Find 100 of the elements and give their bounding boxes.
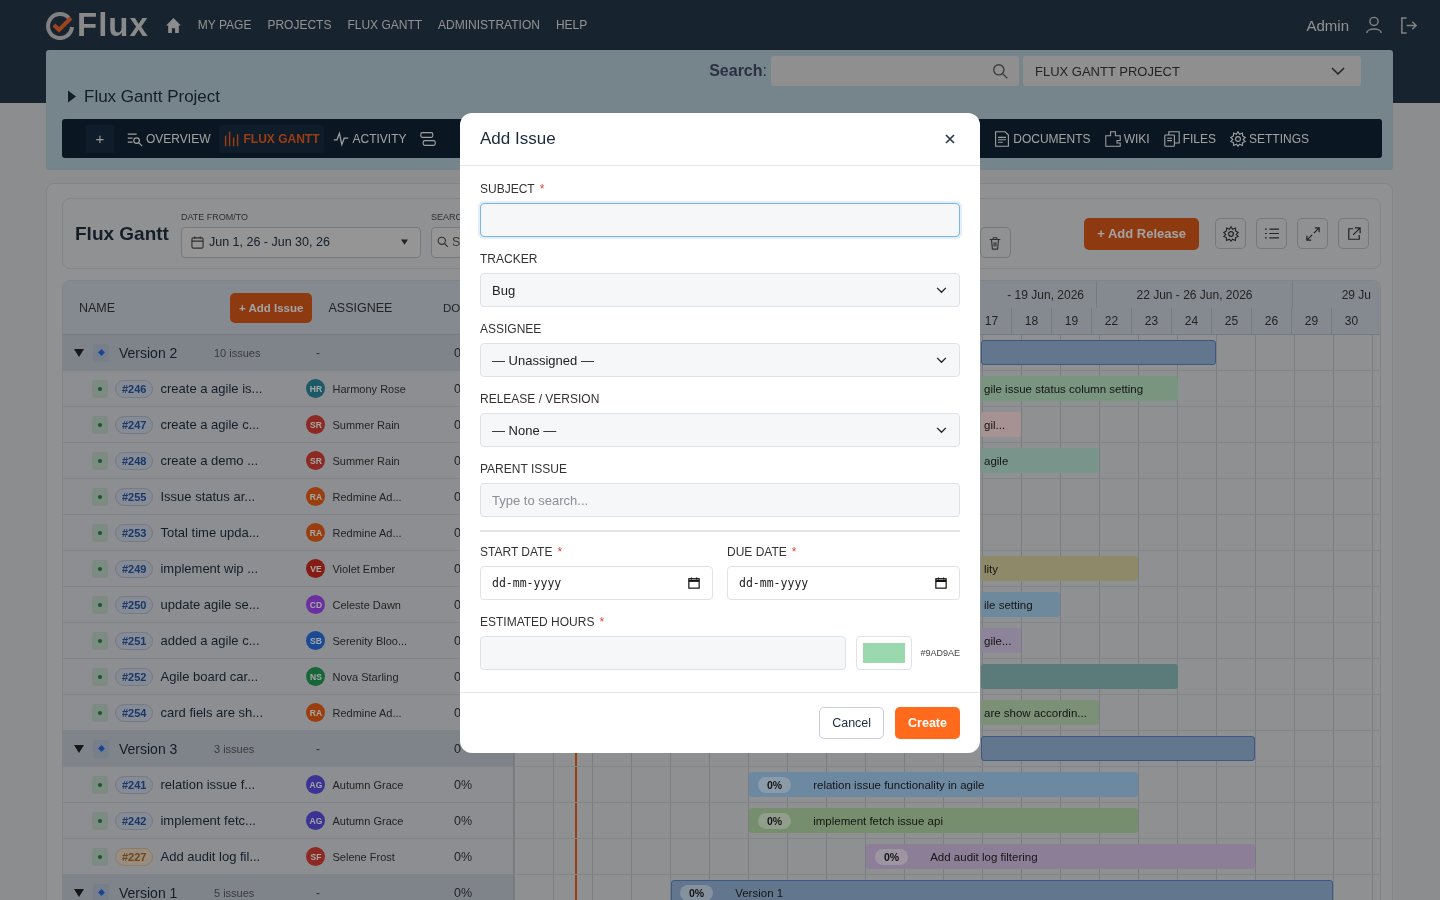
required-mark: * [599, 615, 605, 629]
avatar: SR [306, 415, 326, 434]
add-issue-button[interactable]: + Add Issue [230, 292, 313, 323]
search-label: Search [709, 62, 763, 80]
avatar: SF [306, 847, 326, 866]
issue-title[interactable]: Total time upda... [160, 525, 307, 540]
nav-link[interactable]: HELP [555, 18, 588, 32]
issue-title[interactable]: Issue status ar... [160, 489, 307, 504]
issue-id[interactable]: #255 [115, 487, 154, 506]
gantt-bar[interactable]: are show accordin... [981, 700, 1099, 725]
avatar: NS [306, 667, 326, 686]
gantt-bar[interactable]: 0% Version 1 [671, 880, 1333, 900]
issue-title[interactable]: create a agile c... [160, 417, 307, 432]
assignee-name: Serenity Bloo... [332, 634, 408, 647]
create-button[interactable]: Create [895, 707, 960, 739]
add-button[interactable]: + [86, 124, 114, 153]
search-colon: : [762, 62, 767, 80]
avatar: CD [306, 595, 326, 614]
gantt-bar[interactable]: agile [981, 448, 1099, 473]
issue-title[interactable]: added a agile c... [160, 633, 307, 648]
issue-title[interactable]: card fiels are sh... [160, 705, 307, 720]
nav-link[interactable]: PROJECTS [267, 18, 332, 32]
issue-id[interactable]: #251 [115, 631, 154, 650]
select-field[interactable]: Bug [480, 273, 960, 307]
done-cell: 0 [454, 489, 461, 504]
gantt-bar[interactable]: 0% implement fetch issue api [749, 808, 1138, 833]
day-header: 25 [1211, 308, 1251, 334]
select-field[interactable]: — None — [480, 413, 960, 447]
issue-id[interactable]: #242 [115, 811, 154, 830]
field-label: START DATE [480, 545, 553, 559]
tab[interactable]: DOCUMENTS [989, 124, 1096, 153]
nav-link[interactable]: FLUX GANTT [347, 18, 423, 32]
date-field[interactable]: dd-mm-yyyy [480, 566, 713, 600]
gantt-bar[interactable]: ile setting [981, 592, 1060, 617]
search-label: SEARC [430, 211, 463, 222]
day-header: 26 [1251, 308, 1291, 334]
done-cell: 0% [454, 813, 473, 828]
done-cell: 0% [454, 777, 473, 792]
issue-title[interactable]: Add audit log fil... [160, 849, 307, 864]
issue-title[interactable]: implement fetc... [160, 813, 307, 828]
version-name[interactable]: Version 3 [119, 740, 214, 757]
gantt-bar[interactable]: gil... [981, 412, 1021, 437]
done-cell: 0 [454, 741, 461, 756]
issue-id[interactable]: #252 [115, 667, 154, 686]
date-field[interactable]: dd-mm-yyyy [727, 566, 960, 600]
gantt-bar[interactable]: gile... [981, 628, 1021, 653]
done-cell: 0 [454, 453, 461, 468]
nav-link[interactable]: MY PAGE [197, 18, 252, 32]
gantt-bar[interactable]: 0% relation issue functionality in agile [749, 772, 1138, 797]
gantt-bar[interactable]: lity [981, 556, 1138, 581]
add-release-button[interactable]: + Add Release [1084, 217, 1199, 250]
user-name[interactable]: Admin [1306, 16, 1349, 34]
done-cell: 0 [454, 633, 461, 648]
issue-title[interactable]: update agile se... [160, 597, 307, 612]
issue-id[interactable]: #247 [115, 415, 154, 434]
issue-id[interactable]: #250 [115, 595, 154, 614]
version-name[interactable]: Version 1 [119, 884, 214, 900]
field-label: DUE DATE [727, 545, 787, 559]
done-cell: 0 [454, 417, 461, 432]
assignee-name: Redmine Ad... [332, 706, 402, 719]
issue-id[interactable]: #241 [115, 775, 154, 794]
date-range-select[interactable]: Jun 1, 26 - Jun 30, 26 [180, 226, 421, 258]
avatar: RA [306, 487, 326, 506]
day-header: 22 [1091, 308, 1131, 334]
issue-title[interactable]: create a demo ... [160, 453, 307, 468]
issue-title[interactable]: Agile board car... [160, 669, 307, 684]
issue-id[interactable]: #254 [115, 703, 154, 722]
done-cell: 0 [454, 525, 461, 540]
avatar: RA [306, 523, 326, 542]
issue-title[interactable]: create a agile is... [160, 381, 307, 396]
assignee-cell: - [316, 345, 320, 360]
text-field[interactable]: Type to search... [480, 483, 960, 517]
tab[interactable]: SETTINGS [1225, 124, 1314, 153]
tab[interactable]: WIKI [1099, 124, 1155, 153]
select-field[interactable]: — Unassigned — [480, 343, 960, 377]
assignee-name: Nova Starling [332, 670, 399, 683]
avatar: VE [306, 559, 326, 578]
assignee-name: Selene Frost [332, 850, 395, 863]
avatar: HR [306, 379, 326, 398]
issue-id[interactable]: #248 [115, 451, 154, 470]
tab[interactable]: ACTIVITY [328, 124, 412, 153]
issue-title[interactable]: implement wip ... [160, 561, 307, 576]
avatar: AG [306, 811, 326, 830]
assignee-name: Summer Rain [332, 454, 400, 467]
issue-id[interactable]: #249 [115, 559, 154, 578]
tab[interactable]: OVERVIEW [122, 124, 216, 153]
logo-text: Flux [77, 6, 149, 44]
issue-title[interactable]: relation issue f... [160, 777, 307, 792]
issue-id[interactable]: #253 [115, 523, 154, 542]
version-name[interactable]: Version 2 [119, 344, 214, 361]
cancel-button[interactable]: Cancel [819, 707, 885, 739]
issue-count: 5 issues [214, 886, 256, 899]
done-cell: 0 [454, 561, 461, 576]
project-select[interactable]: FLUX GANTT PROJECT [1023, 56, 1361, 86]
field-label: ASSIGNEE [480, 322, 542, 336]
gantt-bar[interactable]: 0% Add audit log filtering [866, 844, 1255, 869]
issue-id[interactable]: #246 [115, 379, 154, 398]
gantt-bar[interactable]: gile issue status column setting [981, 376, 1178, 401]
nav-link[interactable]: ADMINISTRATION [438, 18, 540, 32]
tab[interactable]: FILES [1158, 124, 1221, 153]
